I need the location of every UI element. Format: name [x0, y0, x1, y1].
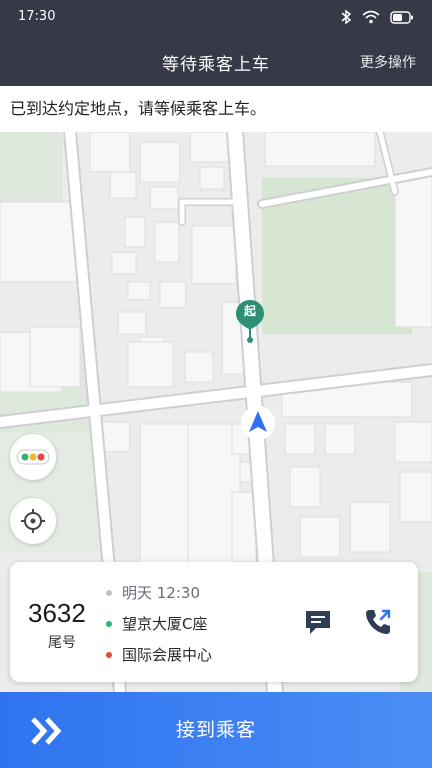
passenger-tail-number: 3632	[28, 598, 86, 628]
status-icons	[340, 8, 414, 26]
top-bar: 17:30 等待乘客上车 更多操作	[0, 0, 432, 86]
dropoff-address: 国际会展中心	[122, 646, 213, 664]
picked-up-passenger-button[interactable]: 接到乘客	[0, 692, 432, 768]
start-pin-label: 起	[243, 304, 256, 318]
phone-icon	[366, 609, 391, 634]
bluetooth-icon	[341, 9, 352, 25]
picked-up-passenger-label: 接到乘客	[175, 719, 256, 741]
traffic-toggle-button[interactable]	[10, 434, 56, 480]
start-pin[interactable]: 起	[235, 299, 265, 343]
driver-location-marker	[240, 405, 276, 441]
pickup-dot	[106, 620, 112, 627]
battery-icon	[390, 10, 413, 24]
pickup-row: 望京大厦C座	[106, 613, 207, 634]
wifi-icon	[362, 10, 380, 24]
order-card: 3632 尾号 明天 12:30 望京大厦C座 国际会展中心	[10, 562, 418, 682]
recenter-button[interactable]	[10, 498, 56, 544]
pickup-time-row: 明天 12:30	[106, 582, 200, 603]
navigation-arrow-icon	[241, 406, 275, 440]
more-actions-button[interactable]: 更多操作	[360, 52, 416, 72]
locate-icon	[21, 509, 45, 533]
arrival-notice: 已到达约定地点，请等候乘客上车。	[0, 86, 432, 132]
message-button[interactable]	[302, 606, 334, 638]
pickup-time: 明天 12:30	[122, 584, 200, 602]
pickup-address: 望京大厦C座	[122, 615, 208, 633]
traffic-light-icon	[16, 449, 50, 465]
message-icon	[306, 611, 330, 634]
dropoff-dot	[106, 651, 112, 658]
tail-number-label: 尾号	[48, 635, 76, 651]
status-time: 17:30	[18, 9, 56, 24]
dropoff-row: 国际会展中心	[106, 644, 212, 665]
call-button[interactable]	[362, 606, 394, 638]
time-dot	[106, 589, 112, 596]
